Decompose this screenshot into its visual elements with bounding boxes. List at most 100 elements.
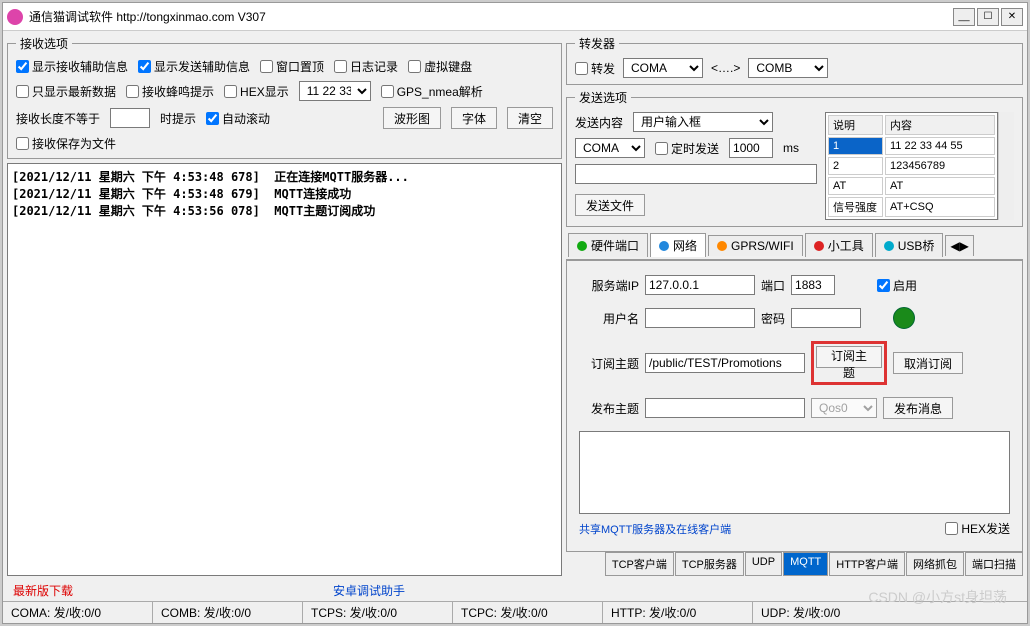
send-port-select[interactable]: COMA	[575, 138, 645, 158]
chk-hex-display[interactable]: HEX显示	[224, 83, 289, 100]
bottom-links: 最新版下载 安卓调试助手	[3, 580, 1027, 601]
recv-options-legend: 接收选项	[16, 35, 72, 52]
android-helper-link[interactable]: 安卓调试助手	[333, 582, 405, 599]
tab-tools[interactable]: 小工具	[805, 233, 873, 257]
tools-icon	[814, 241, 824, 251]
chip-icon	[577, 241, 587, 251]
password-label: 密码	[761, 310, 785, 327]
tab-network[interactable]: 网络	[650, 233, 706, 257]
share-mqtt-link[interactable]: 共享MQTT服务器及在线客户端	[579, 521, 731, 537]
latest-download-link[interactable]: 最新版下载	[13, 582, 73, 599]
status-coma: COMA: 发/收:0/0	[3, 602, 153, 623]
message-box[interactable]	[579, 431, 1010, 514]
chk-timed-send[interactable]: 定时发送	[655, 140, 719, 157]
server-ip-input[interactable]	[645, 275, 755, 295]
publish-button[interactable]: 发布消息	[883, 397, 953, 419]
forwarder-legend: 转发器	[575, 35, 619, 52]
sub-topic-input[interactable]	[645, 353, 805, 373]
subtab-tcp-client[interactable]: TCP客户端	[605, 552, 674, 576]
chk-save-file[interactable]: 接收保存为文件	[16, 135, 116, 152]
tab-gprs-wifi[interactable]: GPRS/WIFI	[708, 235, 803, 256]
send-options-group: 发送选项 发送内容 用户输入框 COMA 定时发送 ms 发送文件	[566, 89, 1023, 227]
titlebar[interactable]: 通信猫调试软件 http://tongxinmao.com V307 __ ☐ …	[3, 3, 1027, 31]
sub-topic-label: 订阅主题	[579, 355, 639, 372]
log-area[interactable]: [2021/12/11 星期六 下午 4:53:48 678] 正在连接MQTT…	[7, 163, 562, 576]
chk-enable[interactable]: 启用	[877, 277, 917, 294]
when-show-label: 时提示	[160, 110, 196, 127]
globe-icon	[659, 241, 669, 251]
window-title: 通信猫调试软件 http://tongxinmao.com V307	[29, 8, 953, 25]
password-input[interactable]	[791, 308, 861, 328]
chk-hex-send[interactable]: HEX发送	[945, 520, 1010, 537]
table-row: ATAT	[828, 177, 995, 195]
subscribe-button[interactable]: 订阅主题	[816, 346, 882, 368]
send-options-legend: 发送选项	[575, 89, 631, 106]
subtab-port-scan[interactable]: 端口扫描	[965, 552, 1023, 576]
chk-gps-parse[interactable]: GPS_nmea解析	[381, 83, 483, 100]
tab-scroll-right[interactable]: ◀▶	[945, 235, 973, 256]
main-tabs: 硬件端口 网络 GPRS/WIFI 小工具 USB桥 ◀▶	[566, 231, 1023, 260]
send-templates-table[interactable]: 说明内容 111 22 33 44 55 2123456789 ATAT 信号强…	[825, 112, 998, 220]
send-content-label: 发送内容	[575, 114, 623, 131]
chk-only-newest[interactable]: 只显示最新数据	[16, 83, 116, 100]
table-scrollbar[interactable]	[998, 112, 1014, 220]
chk-virtual-kbd[interactable]: 虚拟键盘	[408, 58, 472, 75]
chk-topmost[interactable]: 窗口置顶	[260, 58, 324, 75]
recv-options-group: 接收选项 显示接收辅助信息 显示发送辅助信息 窗口置顶 日志记录 虚拟键盘 只显…	[7, 35, 562, 159]
pub-topic-input[interactable]	[645, 398, 805, 418]
status-tcpc: TCPC: 发/收:0/0	[453, 602, 603, 623]
maximize-button[interactable]: ☐	[977, 8, 999, 26]
minimize-button[interactable]: __	[953, 8, 975, 26]
chk-beep[interactable]: 接收蜂鸣提示	[126, 83, 214, 100]
status-tcps: TCPS: 发/收:0/0	[303, 602, 453, 623]
send-content-input[interactable]	[575, 164, 817, 184]
statusbar: COMA: 发/收:0/0 COMB: 发/收:0/0 TCPS: 发/收:0/…	[3, 601, 1027, 623]
subtab-tcp-server[interactable]: TCP服务器	[675, 552, 744, 576]
log-line: [2021/12/11 星期六 下午 4:53:56 078] MQTT主题订阅…	[12, 202, 557, 219]
chk-show-recv-aux[interactable]: 显示接收辅助信息	[16, 58, 128, 75]
network-panel: 服务端IP 端口 启用 用户名 密码	[566, 260, 1023, 552]
subtab-http-client[interactable]: HTTP客户端	[829, 552, 905, 576]
forward-to-select[interactable]: COMB	[748, 58, 828, 78]
table-row: 111 22 33 44 55	[828, 137, 995, 155]
font-button[interactable]: 字体	[451, 107, 497, 129]
chk-forward[interactable]: 转发	[575, 60, 615, 77]
username-input[interactable]	[645, 308, 755, 328]
app-window: 通信猫调试软件 http://tongxinmao.com V307 __ ☐ …	[2, 2, 1028, 624]
forwarder-group: 转发器 转发 COMA <….> COMB	[566, 35, 1023, 85]
forward-arrow: <….>	[711, 61, 740, 75]
status-udp: UDP: 发/收:0/0	[753, 602, 1027, 623]
waveform-button[interactable]: 波形图	[383, 107, 441, 129]
server-ip-label: 服务端IP	[579, 277, 639, 294]
recv-len-label: 接收长度不等于	[16, 110, 100, 127]
chk-show-send-aux[interactable]: 显示发送辅助信息	[138, 58, 250, 75]
pub-topic-label: 发布主题	[579, 400, 639, 417]
unsubscribe-button[interactable]: 取消订阅	[893, 352, 963, 374]
send-file-button[interactable]: 发送文件	[575, 194, 645, 216]
clear-button[interactable]: 清空	[507, 107, 553, 129]
forward-from-select[interactable]: COMA	[623, 58, 703, 78]
tab-usb-bridge[interactable]: USB桥	[875, 233, 944, 257]
log-line: [2021/12/11 星期六 下午 4:53:48 678] 正在连接MQTT…	[12, 168, 557, 185]
table-row: 信号强度AT+CSQ	[828, 197, 995, 217]
hex-format-select[interactable]: 11 22 33	[299, 81, 371, 101]
connection-status-indicator	[893, 307, 915, 329]
subtab-udp[interactable]: UDP	[745, 552, 782, 576]
port-label: 端口	[761, 277, 785, 294]
username-label: 用户名	[579, 310, 639, 327]
qos-select[interactable]: Qos0	[811, 398, 877, 418]
status-comb: COMB: 发/收:0/0	[153, 602, 303, 623]
chk-logging[interactable]: 日志记录	[334, 58, 398, 75]
subtab-net-sniff[interactable]: 网络抓包	[906, 552, 964, 576]
close-button[interactable]: ✕	[1001, 8, 1023, 26]
port-input[interactable]	[791, 275, 835, 295]
tab-hw-port[interactable]: 硬件端口	[568, 233, 648, 257]
wifi-icon	[717, 241, 727, 251]
table-row: 2123456789	[828, 157, 995, 175]
send-interval-input[interactable]	[729, 138, 773, 158]
chk-auto-scroll[interactable]: 自动滚动	[206, 110, 270, 127]
subtab-mqtt[interactable]: MQTT	[783, 552, 828, 576]
send-content-select[interactable]: 用户输入框	[633, 112, 773, 132]
usb-icon	[884, 241, 894, 251]
recv-len-input[interactable]	[110, 108, 150, 128]
